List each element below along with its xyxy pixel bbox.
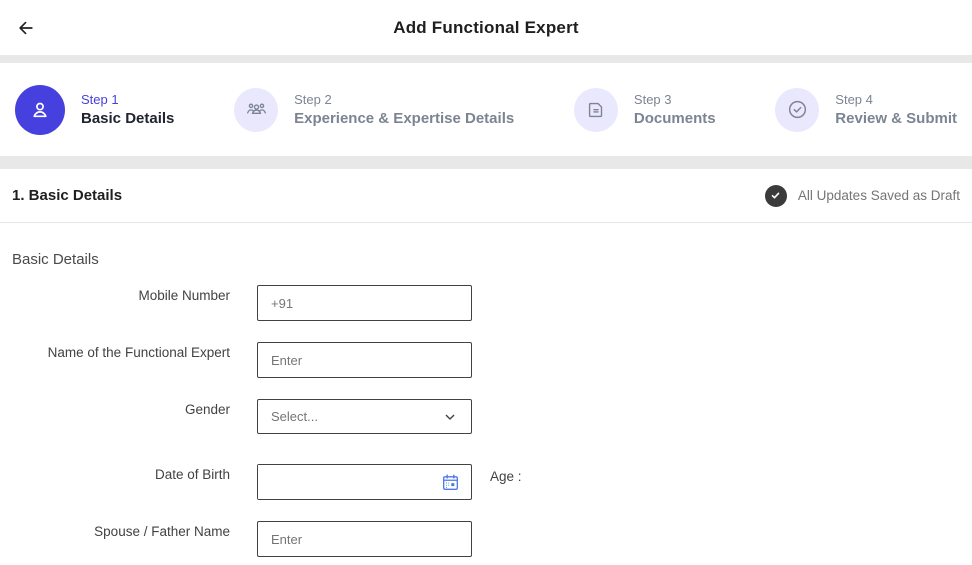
gender-select-value: Select... <box>271 409 318 424</box>
date-of-birth-field[interactable] <box>257 464 472 500</box>
mobile-number-input[interactable] <box>257 285 472 321</box>
document-icon <box>574 88 618 132</box>
gender-select[interactable]: Select... <box>257 399 472 434</box>
step-kicker: Step 1 <box>81 92 174 107</box>
spouse-father-name-label: Spouse / Father Name <box>12 521 230 540</box>
date-of-birth-row: Date of Birth Age : <box>12 464 960 500</box>
stepper: Step 1 Basic Details Step 2 Experience &… <box>0 63 972 156</box>
section-title: 1. Basic Details <box>12 187 122 204</box>
mobile-number-row: Mobile Number <box>12 285 960 321</box>
draft-status-text: All Updates Saved as Draft <box>798 188 960 203</box>
step-label: Documents <box>634 110 716 127</box>
step-kicker: Step 2 <box>294 92 514 107</box>
step-kicker: Step 4 <box>835 92 957 107</box>
basic-details-form: Basic Details Mobile Number Name of the … <box>0 251 972 557</box>
stepper-step-1-basic-details[interactable]: Step 1 Basic Details <box>15 85 174 135</box>
people-group-icon <box>234 88 278 132</box>
spouse-father-name-row: Spouse / Father Name <box>12 521 960 557</box>
calendar-icon <box>440 472 461 493</box>
subsection-title: Basic Details <box>12 251 960 268</box>
expert-name-label: Name of the Functional Expert <box>12 342 230 361</box>
stepper-step-4-review-submit[interactable]: Step 4 Review & Submit <box>775 88 957 132</box>
step-label: Basic Details <box>81 110 174 127</box>
date-of-birth-input[interactable] <box>258 465 438 499</box>
expert-name-row: Name of the Functional Expert <box>12 342 960 378</box>
stepper-step-2-experience[interactable]: Step 2 Experience & Expertise Details <box>234 88 514 132</box>
section-bar: 1. Basic Details All Updates Saved as Dr… <box>0 169 972 223</box>
draft-status-badge: All Updates Saved as Draft <box>765 185 960 207</box>
age-label: Age : <box>490 464 522 484</box>
date-of-birth-label: Date of Birth <box>12 464 230 483</box>
check-icon <box>765 185 787 207</box>
chevron-down-icon <box>442 409 458 425</box>
person-icon <box>15 85 65 135</box>
step-label: Experience & Expertise Details <box>294 110 514 127</box>
expert-name-input[interactable] <box>257 342 472 378</box>
header: Add Functional Expert <box>0 0 972 55</box>
stepper-step-3-documents[interactable]: Step 3 Documents <box>574 88 716 132</box>
divider-band-top <box>0 55 972 63</box>
gender-row: Gender Select... <box>12 399 960 434</box>
step-kicker: Step 3 <box>634 92 716 107</box>
spouse-father-name-input[interactable] <box>257 521 472 557</box>
page-title: Add Functional Expert <box>0 18 972 38</box>
step-label: Review & Submit <box>835 110 957 127</box>
gender-label: Gender <box>12 399 230 418</box>
calendar-picker-button[interactable] <box>438 470 463 495</box>
check-circle-icon <box>775 88 819 132</box>
mobile-number-label: Mobile Number <box>12 285 230 304</box>
divider-band-bottom <box>0 156 972 169</box>
